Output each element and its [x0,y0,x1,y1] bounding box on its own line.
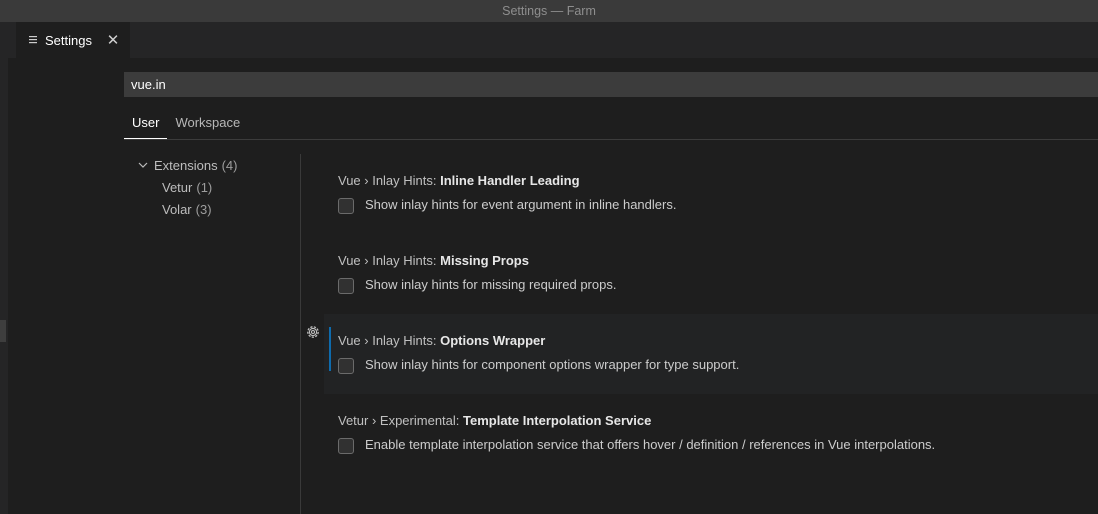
setting-name: Options Wrapper [440,333,546,348]
gear-icon[interactable] [305,324,321,340]
toc-item-volar[interactable]: Volar (3) [124,198,300,220]
tab-settings[interactable]: Settings ✕ [16,22,130,58]
setting-template-interpolation-service: Vetur › Experimental: Template Interpola… [324,394,1098,474]
editor-tab-strip: Settings ✕ [8,22,1098,58]
setting-description: Enable template interpolation service th… [365,437,936,452]
setting-name: Missing Props [440,253,529,268]
chevron-down-icon [138,162,148,168]
search-value: vue.in [131,77,166,92]
focus-indicator [329,327,331,371]
setting-name: Inline Handler Leading [440,173,580,188]
activity-bar [0,22,8,514]
setting-missing-props: Vue › Inlay Hints: Missing Props Show in… [324,234,1098,314]
setting-name: Template Interpolation Service [463,413,652,428]
toc-group-extensions[interactable]: Extensions (4) [124,154,300,176]
setting-title: Vue › Inlay Hints: Missing Props [338,253,529,268]
setting-category: Vue › Inlay Hints: [338,333,441,348]
toc-item-label: Volar [162,201,192,217]
setting-description: Show inlay hints for event argument in i… [365,197,677,212]
setting-category: Vue › Inlay Hints: [338,173,441,188]
window-title-bar: Settings — Farm [0,0,1098,22]
setting-checkbox[interactable] [338,278,354,294]
toc-item-count: (3) [195,201,212,217]
window-title: Settings — Farm [502,4,596,18]
setting-checkbox[interactable] [338,358,354,374]
setting-title: Vue › Inlay Hints: Inline Handler Leadin… [338,173,580,188]
header-divider [124,139,1098,140]
close-icon[interactable]: ✕ [102,31,124,49]
setting-title: Vue › Inlay Hints: Options Wrapper [338,333,545,348]
settings-search-input[interactable]: vue.in [124,72,1098,97]
toc-divider [300,154,301,514]
setting-title: Vetur › Experimental: Template Interpola… [338,413,651,428]
activity-bar-indicator [0,320,6,342]
toc-item-vetur[interactable]: Vetur (1) [124,176,300,198]
toc-item-count: (1) [196,179,213,195]
setting-checkbox[interactable] [338,438,354,454]
settings-editor: vue.in User Workspace Extensions (4) Vet… [8,58,1098,514]
setting-inline-handler-leading: Vue › Inlay Hints: Inline Handler Leadin… [324,154,1098,234]
setting-category: Vue › Inlay Hints: [338,253,441,268]
toc-group-label: Extensions [154,157,218,173]
setting-options-wrapper: Vue › Inlay Hints: Options Wrapper Show … [307,314,1098,394]
setting-checkbox[interactable] [338,198,354,214]
tab-user[interactable]: User [124,114,168,139]
scope-tabs: User Workspace [124,114,248,140]
settings-toc: Extensions (4) Vetur (1) Volar (3) [124,154,300,220]
tab-workspace[interactable]: Workspace [167,114,248,138]
tab-label: Settings [45,32,92,48]
toc-group-count: (4) [221,157,238,173]
hamburger-icon [29,36,37,44]
setting-category: Vetur › Experimental: [338,413,463,428]
toc-item-label: Vetur [162,179,193,195]
setting-description: Show inlay hints for missing required pr… [365,277,617,292]
setting-description: Show inlay hints for component options w… [365,357,740,372]
